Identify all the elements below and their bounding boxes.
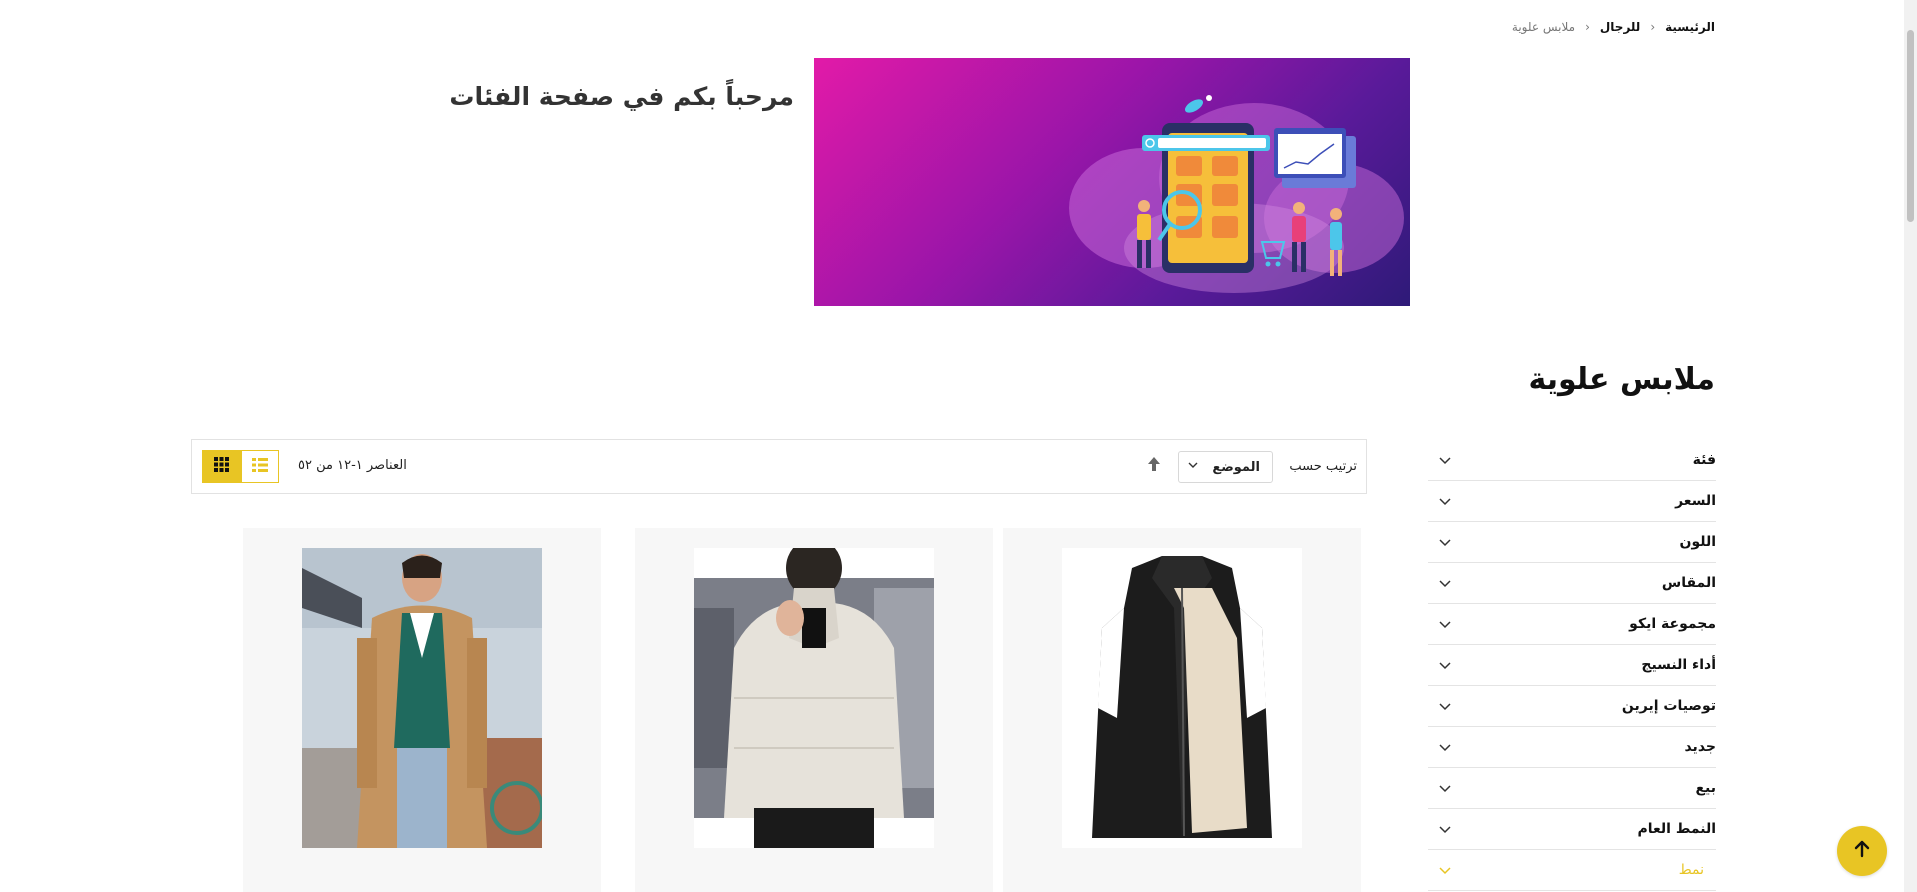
filter-price[interactable]: السعر (1428, 481, 1716, 522)
chevron-down-icon (1438, 658, 1452, 672)
banner-welcome-text: مرحباً بكم في صفحة الفئات (449, 82, 794, 111)
category-banner-image (814, 58, 1410, 306)
filter-label: فئة (1692, 452, 1716, 468)
filter-new[interactable]: جديد (1428, 727, 1716, 768)
filter-label: النمط العام (1637, 821, 1717, 837)
filter-label: السعر (1675, 493, 1716, 509)
chevron-down-icon (1438, 494, 1452, 508)
chevron-down-icon (1438, 863, 1452, 877)
sort-label: ترتيب حسب (1289, 459, 1357, 474)
chevron-down-icon (1438, 822, 1452, 836)
chevron-down-icon (1438, 453, 1452, 467)
arrow-up-icon (1147, 456, 1161, 476)
filter-fabric-performance[interactable]: أداء النسيج (1428, 645, 1716, 686)
filter-label: اللون (1679, 534, 1717, 550)
filter-label: مجموعة ايكو (1629, 616, 1716, 632)
sort-by-select[interactable]: الموضع (1178, 451, 1273, 483)
chevron-down-icon (1438, 740, 1452, 754)
filter-pattern[interactable]: نمط (1428, 850, 1716, 891)
scroll-to-top-button[interactable] (1837, 826, 1887, 876)
chevron-down-icon (1438, 781, 1452, 795)
grid-icon (214, 457, 229, 476)
breadcrumb-home[interactable]: الرئيسية (1665, 20, 1715, 34)
chevron-down-icon (1438, 617, 1452, 631)
sort-by-value: الموضع (1212, 459, 1260, 475)
filter-category[interactable]: فئة (1428, 440, 1716, 481)
breadcrumb-category[interactable]: للرجال (1600, 20, 1640, 34)
page-title: ملابس علوية (1528, 362, 1715, 397)
product-image-white-puffer-jacket[interactable] (694, 548, 934, 848)
filter-style-general[interactable]: النمط العام (1428, 809, 1716, 850)
filters-sidebar: فئة السعر اللون المقاس مجموعة ايكو أداء … (1428, 440, 1716, 891)
filter-eco-collection[interactable]: مجموعة ايكو (1428, 604, 1716, 645)
filter-label: توصيات إيرين (1621, 698, 1716, 714)
chevron-down-icon (1438, 576, 1452, 590)
scrollbar-thumb[interactable] (1907, 30, 1914, 222)
product-card[interactable] (1003, 528, 1361, 892)
chevron-down-icon (1438, 699, 1452, 713)
sort-direction-button[interactable] (1145, 456, 1163, 476)
product-card[interactable] (635, 528, 993, 892)
filter-erin-recommends[interactable]: توصيات إيرين (1428, 686, 1716, 727)
chevron-left-icon: ‹ (1650, 20, 1656, 34)
product-card[interactable] (243, 528, 601, 892)
breadcrumb: الرئيسية ‹ للرجال ‹ ملابس علوية (1512, 20, 1715, 34)
arrow-up-icon (1852, 839, 1872, 863)
banner-illustration (1069, 95, 1404, 293)
filter-size[interactable]: المقاس (1428, 563, 1716, 604)
filter-label: أداء النسيج (1641, 657, 1716, 673)
list-view-button[interactable] (241, 450, 279, 483)
filter-color[interactable]: اللون (1428, 522, 1716, 563)
filter-sale[interactable]: بيع (1428, 768, 1716, 809)
filter-label: المقاس (1661, 575, 1716, 591)
page-scrollbar[interactable] (1904, 0, 1917, 892)
filter-label: نمط (1678, 862, 1704, 878)
filter-label: جديد (1684, 739, 1716, 755)
product-toolbar: ترتيب حسب الموضع العناصر ١-١٢ من ٥٢ (191, 439, 1367, 494)
chevron-down-icon (1438, 535, 1452, 549)
chevron-down-icon (1187, 459, 1199, 475)
list-icon (252, 457, 268, 476)
breadcrumb-current: ملابس علوية (1511, 20, 1576, 34)
grid-view-button[interactable] (202, 450, 241, 483)
product-image-black-fleece-vest[interactable] (1062, 548, 1302, 848)
item-count: العناصر ١-١٢ من ٥٢ (298, 458, 407, 473)
filter-label: بيع (1695, 780, 1716, 796)
chevron-left-icon: ‹ (1585, 20, 1590, 34)
product-image-camel-coat-green-vest[interactable] (302, 548, 542, 848)
